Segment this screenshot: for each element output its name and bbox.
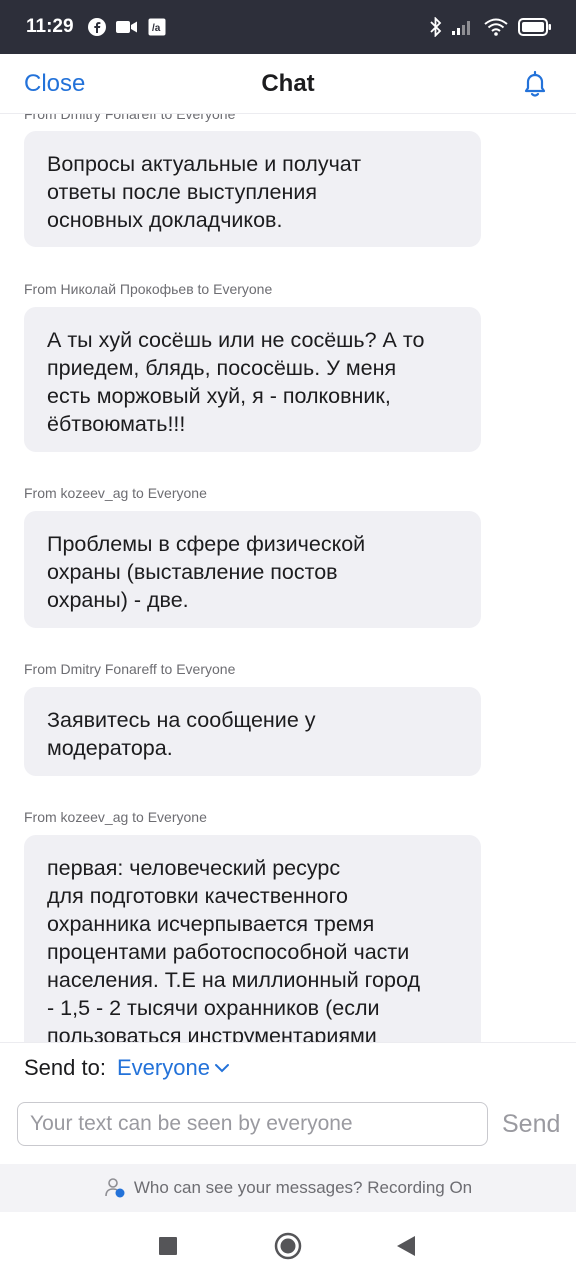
battery-icon [518,18,552,36]
svg-text:/a: /a [152,23,161,34]
user-privacy-icon [104,1177,126,1199]
status-bar-left: 11:29 /a [26,16,166,38]
back-triangle-icon[interactable] [396,1235,416,1262]
compose-row: Send [0,1090,576,1164]
message-bubble: Проблемы в сфере физической охраны (выст… [24,511,481,628]
bluetooth-icon [430,17,442,37]
page-title: Chat [261,70,315,97]
recording-notice-text: Who can see your messages? Recording On [133,1178,473,1197]
send-to-label: Send to: [24,1055,106,1080]
message-sender: From kozeev_ag to Everyone [24,809,207,825]
recording-notice-bar[interactable]: Who can see your messages? Recording On [0,1164,576,1212]
message-bubble: первая: человеческий ресурс для подготов… [24,835,481,1042]
message-input[interactable] [17,1102,488,1146]
message-list[interactable]: From Dmitry Fonareff to Everyone Вопросы… [0,114,576,1042]
chat-header: Close Chat [0,54,576,114]
message-bubble: Вопросы актуальные и получат ответы посл… [24,131,481,247]
status-bar-right [430,17,552,37]
send-button[interactable]: Send [502,1110,560,1139]
message-sender: From kozeev_ag to Everyone [24,485,207,501]
send-to-selector[interactable]: Everyone [117,1055,230,1081]
message-sender: From Николай Прокофьев to Everyone [24,281,273,297]
message-sender: From Dmitry Fonareff to Everyone [24,661,236,677]
system-nav-bar [0,1212,576,1280]
facebook-icon [87,18,106,36]
bell-icon[interactable] [520,69,550,104]
recents-square-icon[interactable] [159,1237,177,1260]
send-to-value: Everyone [117,1055,210,1080]
message-sender: From Dmitry Fonareff to Everyone [24,114,236,122]
send-to-row: Send to: Everyone [0,1042,576,1090]
chevron-down-icon [214,1063,230,1073]
cellular-signal-icon [452,19,474,35]
home-circle-icon[interactable] [274,1232,302,1265]
app-notification-icon: /a [148,18,166,36]
message-bubble: Заявитесь на сообщение у модератора. [24,687,481,776]
wifi-icon [484,18,508,36]
video-camera-icon [115,20,138,34]
status-bar: 11:29 /a [0,0,576,54]
status-time: 11:29 [26,16,74,37]
message-bubble: А ты хуй сосёшь или не сосёшь? А то прие… [24,307,481,452]
